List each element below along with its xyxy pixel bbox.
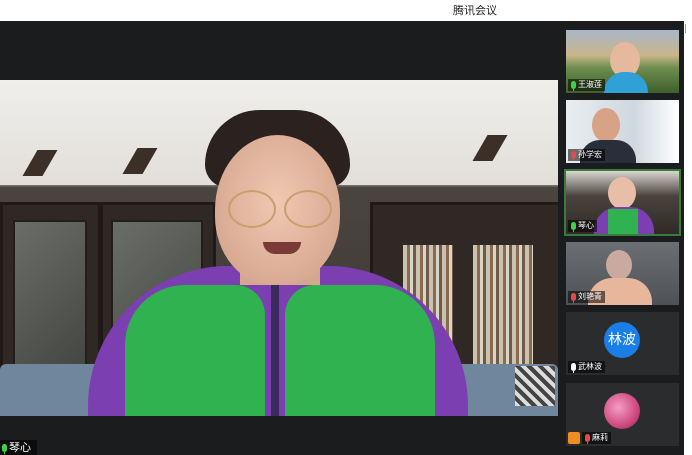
participant-tile-active[interactable]: 琴心	[564, 169, 681, 236]
participant-tile[interactable]: 麻莉	[566, 383, 679, 446]
participant-tile[interactable]: 孙学宏	[566, 100, 679, 163]
mic-muted-icon	[571, 151, 576, 161]
participant-jacket-panel	[608, 209, 638, 234]
mic-muted-icon	[571, 293, 576, 303]
screen-share-icon	[568, 432, 580, 444]
participant-name-tag: 琴心	[568, 220, 597, 232]
participant-name: 麻莉	[592, 433, 608, 442]
participant-name-tag: 麻莉	[582, 432, 611, 444]
title-bar: 腾讯会议	[0, 0, 692, 33]
participant-avatar: 林波	[604, 322, 640, 358]
participant-name-tag: 孙学宏	[568, 149, 605, 161]
window-title: 腾讯会议	[453, 4, 497, 17]
main-speaker-label: 琴心	[0, 440, 37, 455]
participant-name: 王淑莲	[578, 80, 602, 89]
participant-name: 琴心	[578, 221, 594, 230]
window-edge-icon	[685, 24, 692, 33]
participant-face	[592, 108, 620, 142]
mic-icon	[571, 363, 576, 373]
main-speaker-name: 琴心	[9, 441, 31, 454]
participant-name-tag: 刘艳青	[568, 291, 605, 303]
mic-muted-icon	[585, 434, 590, 444]
participant-tile[interactable]: 林波 武林波	[566, 312, 679, 375]
mic-icon	[571, 81, 576, 91]
glasses-lens	[284, 190, 332, 228]
participant-face	[608, 177, 636, 209]
glasses-lens	[228, 190, 276, 228]
jacket-zipper	[271, 285, 279, 416]
participant-tile[interactable]: 王淑莲	[566, 30, 679, 93]
jacket-panel	[125, 285, 265, 416]
participant-name: 刘艳青	[578, 292, 602, 301]
participant-face	[606, 250, 632, 280]
participant-name-tag: 武林波	[568, 361, 605, 373]
participant-name-tag: 王淑莲	[568, 79, 605, 91]
pillow	[515, 366, 555, 406]
participant-avatar-photo	[604, 393, 640, 429]
participant-name: 孙学宏	[578, 150, 602, 159]
mic-icon	[571, 222, 576, 232]
jacket-panel	[285, 285, 435, 416]
main-speaker-video[interactable]	[0, 80, 558, 416]
participant-tile[interactable]: 刘艳青	[566, 242, 679, 305]
participant-name: 武林波	[578, 362, 602, 371]
mic-icon	[2, 443, 7, 454]
mouth	[263, 242, 301, 254]
main-video-stage[interactable]	[0, 21, 558, 455]
